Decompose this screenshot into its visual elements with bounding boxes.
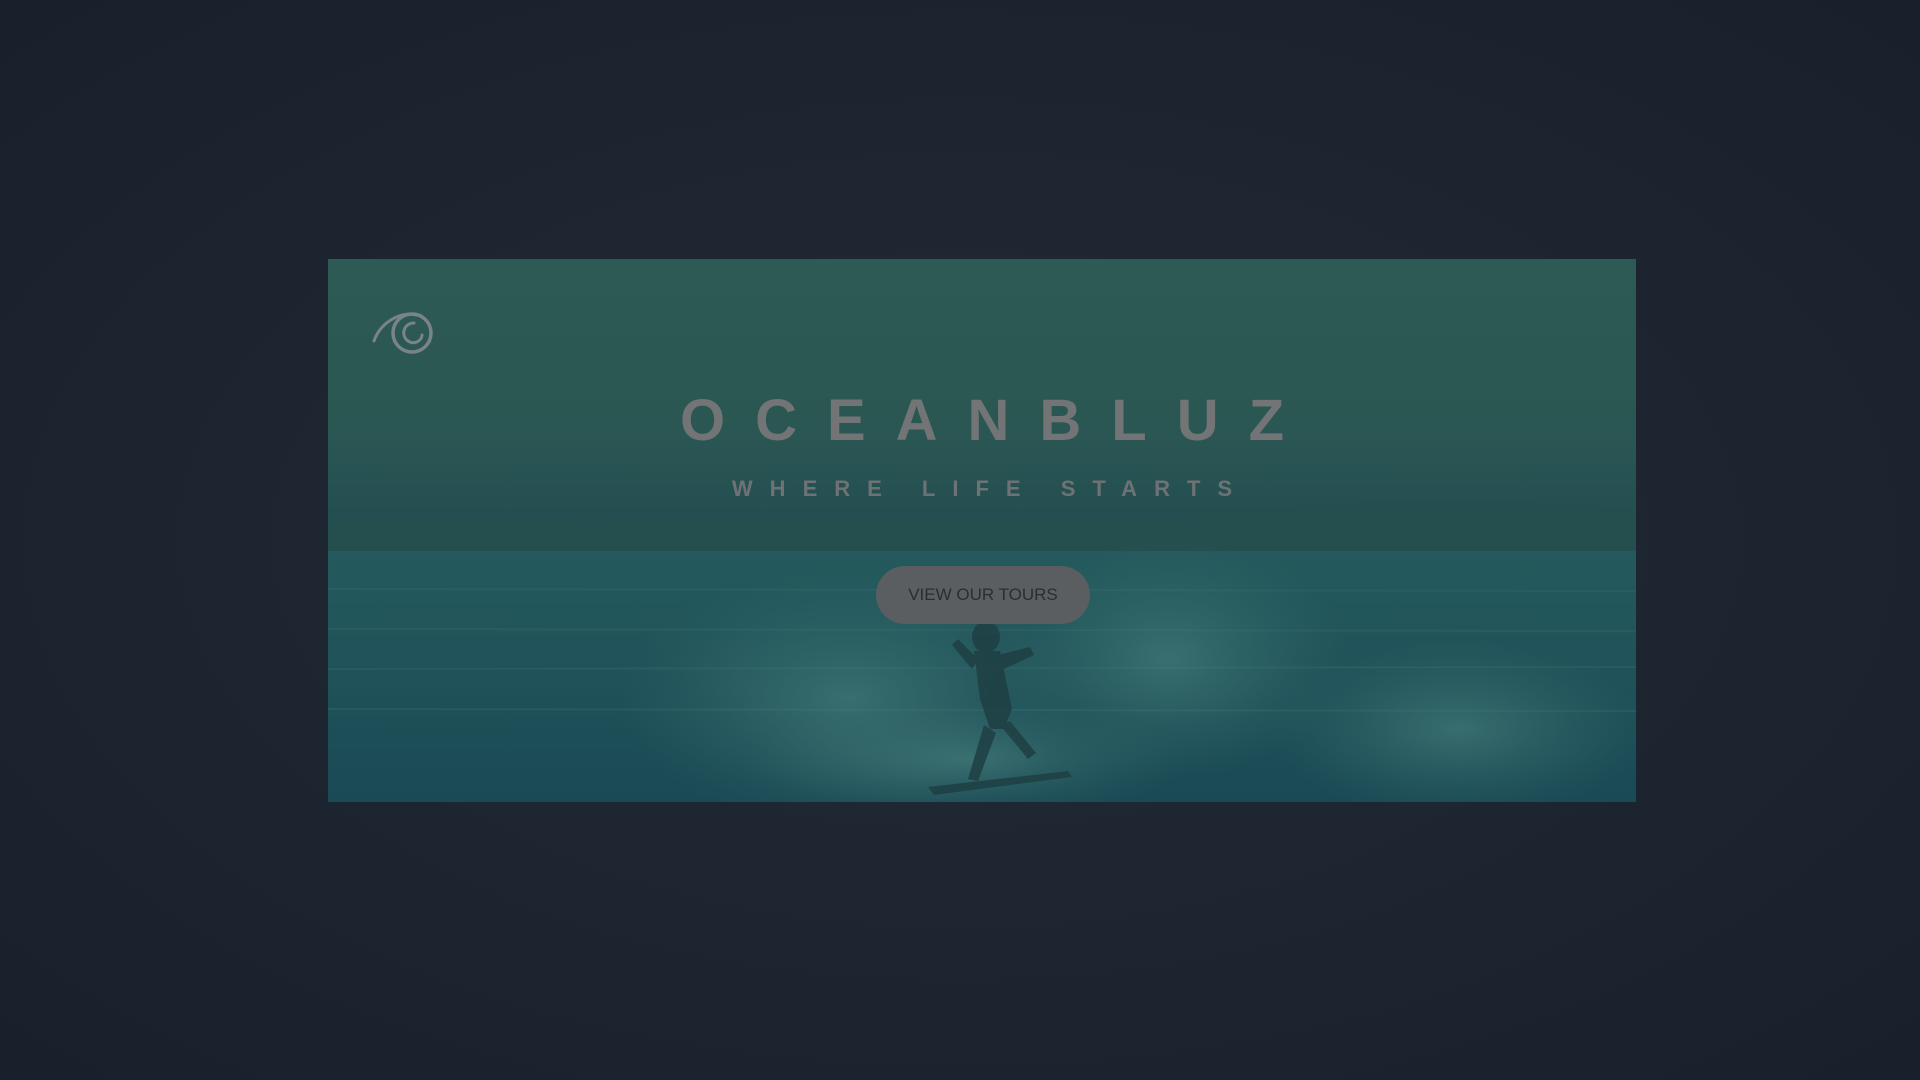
wave-logo-icon[interactable]: [370, 305, 436, 355]
hero-banner: OCEANBLUZ WHERE LIFE STARTS VIEW OUR TOU…: [328, 259, 1636, 802]
view-our-tours-button[interactable]: VIEW OUR TOURS: [876, 566, 1090, 624]
surfer-wave-background-image: [328, 501, 1636, 802]
brand-title: OCEANBLUZ: [679, 388, 1315, 453]
hero-tagline: WHERE LIFE STARTS: [731, 476, 1250, 501]
